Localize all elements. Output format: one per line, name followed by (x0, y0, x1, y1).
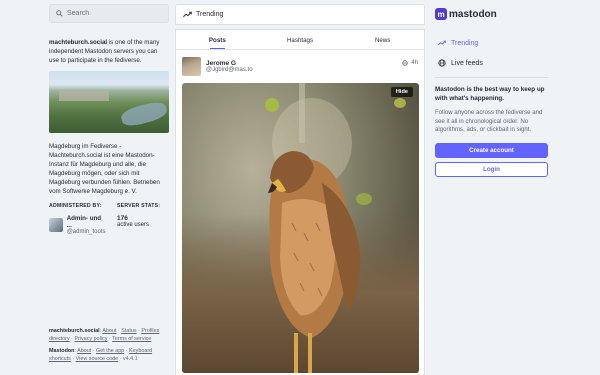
trending-tabs: Posts Hashtags News (175, 29, 425, 50)
server-about: machteburch.social is one of the many in… (49, 38, 169, 65)
post-media-image[interactable]: Hide (182, 83, 419, 373)
column-header: Trending (175, 4, 425, 25)
avatar[interactable] (182, 57, 201, 76)
footer-brand: Mastodon (49, 348, 75, 354)
navigation: Trending Live feeds (435, 33, 548, 73)
avatar (49, 218, 63, 232)
admin-handle: @admin_toots (66, 229, 106, 235)
server-meta: ADMINISTERED BY: Admin- und ... @admin_t… (49, 203, 169, 235)
footer-server-links: machteburch.social: About · Status · Pro… (49, 328, 160, 342)
nav-label-live-feeds: Live feeds (451, 59, 483, 67)
admin-account[interactable]: Admin- und ... @admin_toots (49, 215, 107, 235)
main-column: Trending Posts Hashtags News Jerome G @J… (175, 4, 425, 375)
footer: machteburch.social: About · Status · Pro… (49, 327, 169, 363)
admin-name: Admin- und ... (66, 215, 102, 229)
footer-link-source-code[interactable]: View source code (76, 356, 118, 362)
footer-link-mastodon-about[interactable]: About (77, 348, 91, 354)
server-description: Magdeburg im Fediverse - Machteburch.soc… (49, 143, 160, 195)
nav-label-trending: Trending (451, 39, 479, 47)
footer-link-terms[interactable]: Terms of service (112, 336, 151, 342)
mastodon-logo[interactable]: m mastodon (435, 4, 548, 24)
footer-link-get-app[interactable]: Get the app (96, 348, 124, 354)
footer-mastodon-links: Mastodon: About · Get the app · Keyboard… (49, 348, 153, 362)
admin-section: ADMINISTERED BY: Admin- und ... @admin_t… (49, 203, 107, 235)
footer-link-about[interactable]: About (102, 328, 116, 334)
post-header: Jerome G @Jgbird@mas.to 4h (176, 50, 424, 76)
tab-news[interactable]: News (341, 30, 424, 49)
tab-posts[interactable]: Posts (176, 30, 259, 49)
post-timestamp[interactable]: 4h (402, 60, 418, 66)
search-placeholder: Search (67, 10, 90, 17)
mastodon-wordmark: mastodon (449, 8, 497, 20)
search-input[interactable]: Search (49, 4, 169, 23)
signup-pitch-text: Follow anyone across the fediverse and s… (435, 109, 543, 133)
nav-item-trending[interactable]: Trending (435, 33, 548, 53)
admin-heading: ADMINISTERED BY: (49, 203, 102, 209)
globe-icon (438, 59, 446, 67)
divider (435, 77, 548, 78)
footer-link-status[interactable]: Status (121, 328, 136, 334)
trending-icon (438, 40, 446, 46)
server-hero-image (49, 71, 169, 133)
post-time: 4h (411, 59, 418, 66)
globe-icon (402, 59, 409, 66)
footer-server-name: machteburch.social (49, 328, 100, 334)
tab-hashtags[interactable]: Hashtags (259, 30, 342, 49)
mastodon-logo-icon: m (435, 8, 447, 20)
author-handle: @Jgbird@mas.to (206, 67, 253, 73)
server-name: machteburch.social (49, 39, 108, 46)
column-title: Trending (196, 11, 224, 18)
signup-pitch-title: Mastodon is the best way to keep up with… (435, 86, 545, 102)
footer-link-privacy[interactable]: Privacy policy (74, 336, 107, 342)
stats-heading: SERVER STATS: (117, 203, 161, 209)
nav-item-live-feeds[interactable]: Live feeds (435, 53, 548, 73)
stats-section: SERVER STATS: 176 active users (117, 203, 160, 235)
users-label: active users (117, 222, 150, 228)
author-name: Jerome G (206, 60, 236, 67)
footer-version: v4.4.1 (122, 356, 138, 362)
create-account-button[interactable]: Create account (435, 142, 548, 158)
users-count: 176 (117, 215, 128, 222)
login-button[interactable]: Login (435, 161, 548, 177)
hawk-image (265, 83, 406, 373)
search-icon (56, 10, 63, 17)
trending-icon (183, 11, 192, 18)
left-sidebar: Search machteburch.social is one of the … (49, 4, 169, 235)
hide-media-button[interactable]: Hide (390, 87, 413, 97)
post-author[interactable]: Jerome G @Jgbird@mas.to (206, 60, 253, 73)
right-sidebar: m mastodon Trending Live feeds Mastodon … (435, 4, 548, 177)
